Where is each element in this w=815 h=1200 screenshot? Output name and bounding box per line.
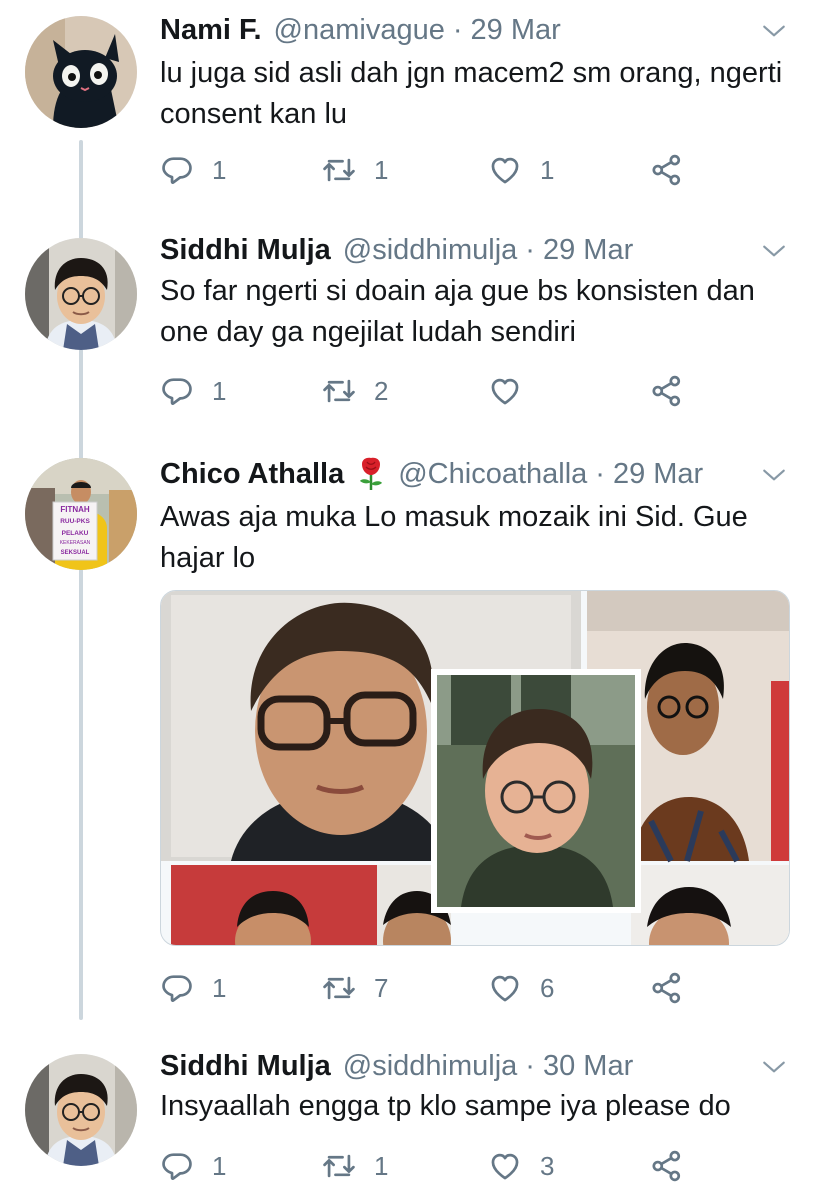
retweet-button[interactable]: 2 — [322, 371, 388, 411]
share-icon — [650, 153, 684, 187]
like-button[interactable]: 3 — [488, 1146, 554, 1186]
tweet-media-image[interactable] — [160, 590, 790, 946]
like-button[interactable]: 6 — [488, 968, 554, 1008]
tweet-text: Awas aja muka Lo masuk mozaik ini Sid. G… — [160, 501, 748, 574]
share-button[interactable] — [650, 150, 684, 190]
tweet-actions: 1 7 6 — [160, 968, 700, 1008]
tweet-4[interactable]: Siddhi Mulja @siddhimulja · 30 Mar Insya… — [0, 1044, 815, 1200]
share-icon — [650, 374, 684, 408]
chevron-down-icon[interactable] — [761, 1054, 787, 1080]
rose-emoji — [360, 457, 383, 490]
display-name[interactable]: Siddhi Mulja — [160, 1050, 331, 1083]
display-name[interactable]: Chico Athalla — [160, 458, 344, 491]
sign-line-2: RUU-PKS — [60, 518, 90, 525]
separator-dot: · — [525, 1049, 535, 1082]
retweet-count: 2 — [374, 375, 389, 406]
chevron-down-icon[interactable] — [761, 238, 787, 264]
like-count: 6 — [540, 972, 555, 1003]
separator-dot: · — [595, 457, 605, 490]
user-handle[interactable]: @namivague — [274, 14, 445, 47]
avatar-nami[interactable] — [25, 16, 137, 128]
retweet-icon — [322, 153, 356, 187]
tweet-text: Insyaallah engga tp klo sampe iya please… — [160, 1090, 731, 1122]
tweet-actions: 1 1 1 — [160, 150, 700, 190]
like-count: 3 — [540, 1150, 555, 1181]
like-count: 1 — [540, 154, 555, 185]
reply-icon — [160, 1149, 194, 1183]
retweet-button[interactable]: 7 — [322, 968, 388, 1008]
retweet-icon — [322, 374, 356, 408]
reply-button[interactable]: 1 — [160, 968, 226, 1008]
separator-dot: · — [525, 233, 535, 266]
retweet-icon — [322, 971, 356, 1005]
tweet-header: Siddhi Mulja @siddhimulja · 30 Mar — [160, 1044, 633, 1088]
like-icon — [488, 153, 522, 187]
user-handle[interactable]: @siddhimulja — [343, 234, 518, 267]
protest-photo-avatar: FITNAH RUU-PKS PELAKU KEKERASAN SEKSUAL — [25, 458, 137, 570]
share-button[interactable] — [650, 1146, 684, 1186]
reply-count: 1 — [212, 375, 227, 406]
retweet-icon — [322, 1149, 356, 1183]
tweet-date[interactable]: 29 Mar — [471, 14, 561, 47]
profile-photo — [25, 238, 137, 350]
display-name[interactable]: Nami F. — [160, 14, 262, 47]
tweet-actions: 1 2 — [160, 371, 700, 411]
reply-button[interactable]: 1 — [160, 150, 226, 190]
chevron-down-icon[interactable] — [761, 18, 787, 44]
tweet-date[interactable]: 29 Mar — [543, 234, 633, 267]
tweet-3[interactable]: FITNAH RUU-PKS PELAKU KEKERASAN SEKSUAL … — [0, 452, 815, 1022]
like-icon — [488, 374, 522, 408]
reply-count: 1 — [212, 154, 227, 185]
tweet-1[interactable]: Nami F. @namivague · 29 Mar lu juga sid … — [0, 8, 815, 208]
retweet-count: 1 — [374, 154, 389, 185]
tweet-date[interactable]: 30 Mar — [543, 1050, 633, 1083]
chevron-down-icon[interactable] — [761, 462, 787, 488]
tweet-header: Chico Athalla @Chicoathalla · 29 Mar — [160, 452, 703, 496]
reply-icon — [160, 153, 194, 187]
tweet-date[interactable]: 29 Mar — [613, 458, 703, 491]
reply-count: 1 — [212, 972, 227, 1003]
like-button[interactable] — [488, 371, 540, 411]
reply-icon — [160, 374, 194, 408]
retweet-count: 1 — [374, 1150, 389, 1181]
separator-dot: · — [452, 13, 463, 46]
avatar-siddhi[interactable] — [25, 1054, 137, 1166]
tweet-actions: 1 1 3 — [160, 1146, 700, 1186]
sign-line-1: FITNAH — [60, 505, 90, 514]
reply-button[interactable]: 1 — [160, 1146, 226, 1186]
tweet-2[interactable]: Siddhi Mulja @siddhimulja · 29 Mar So fa… — [0, 228, 815, 428]
like-icon — [488, 971, 522, 1005]
user-handle[interactable]: @Chicoathalla — [398, 458, 587, 491]
reply-icon — [160, 971, 194, 1005]
like-icon — [488, 1149, 522, 1183]
tweet-text: lu juga sid asli dah jgn macem2 sm orang… — [160, 57, 783, 130]
share-icon — [650, 1149, 684, 1183]
display-name[interactable]: Siddhi Mulja — [160, 234, 331, 267]
avatar-chico[interactable]: FITNAH RUU-PKS PELAKU KEKERASAN SEKSUAL — [25, 458, 137, 570]
retweet-count: 7 — [374, 972, 389, 1003]
like-button[interactable]: 1 — [488, 150, 554, 190]
reply-count: 1 — [212, 1150, 227, 1181]
reply-button[interactable]: 1 — [160, 371, 226, 411]
sign-line-5: SEKSUAL — [61, 550, 90, 556]
tweet-text: So far ngerti si doain aja gue bs konsis… — [160, 275, 755, 348]
avatar-siddhi[interactable] — [25, 238, 137, 350]
black-cat-avatar-image — [25, 16, 137, 128]
share-icon — [650, 971, 684, 1005]
share-button[interactable] — [650, 371, 684, 411]
user-handle[interactable]: @siddhimulja — [343, 1050, 518, 1083]
retweet-button[interactable]: 1 — [322, 1146, 388, 1186]
tweet-header: Siddhi Mulja @siddhimulja · 29 Mar — [160, 228, 633, 272]
face-mosaic-image — [161, 591, 789, 945]
share-button[interactable] — [650, 968, 684, 1008]
retweet-button[interactable]: 1 — [322, 150, 388, 190]
sign-line-4: KEKERASAN — [60, 540, 91, 546]
profile-photo — [25, 1054, 137, 1166]
sign-line-3: PELAKU — [62, 530, 89, 537]
tweet-header: Nami F. @namivague · 29 Mar — [160, 8, 561, 52]
